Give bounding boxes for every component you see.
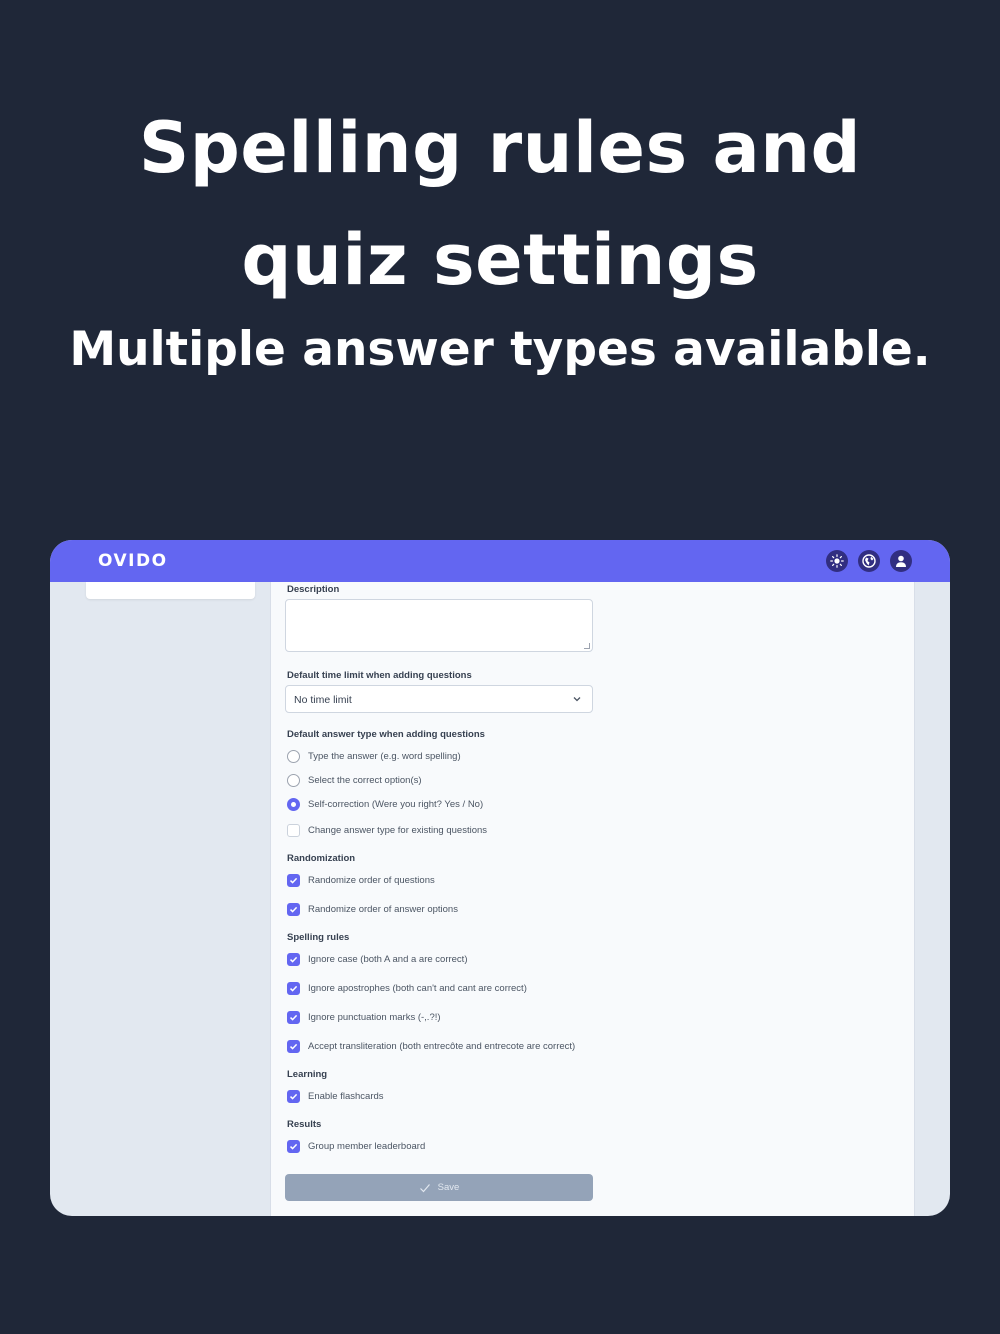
time-limit-label: Default time limit when adding questions	[287, 670, 472, 681]
user-icon[interactable]	[890, 550, 912, 572]
checkbox-label: Ignore punctuation marks (-,.?!)	[308, 1011, 441, 1023]
checkbox-label: Enable flashcards	[308, 1090, 384, 1102]
randomize-options-option[interactable]: Randomize order of answer options	[287, 902, 458, 916]
answer-type-option-select[interactable]: Select the correct option(s)	[287, 773, 422, 787]
change-existing-label: Change answer type for existing question…	[308, 824, 488, 836]
leaderboard-checkbox[interactable]	[287, 1139, 300, 1153]
settings-panel: Description Default time limit when addi…	[270, 582, 915, 1216]
save-button[interactable]: Save	[285, 1174, 593, 1201]
ignore-apostrophes-checkbox[interactable]	[287, 981, 300, 995]
checkmark-icon	[419, 1183, 430, 1192]
randomization-label: Randomization	[287, 853, 356, 864]
hero-title: Spelling rules and quiz settings	[138, 107, 862, 301]
sun-icon[interactable]	[826, 550, 848, 572]
checkbox-label: Accept transliteration (both entrecôte a…	[308, 1040, 576, 1052]
answer-type-option-self-correction[interactable]: Self-correction (Were you right? Yes / N…	[287, 797, 483, 811]
leaderboard-option[interactable]: Group member leaderboard	[287, 1139, 425, 1153]
answer-type-option-type[interactable]: Type the answer (e.g. word spelling)	[287, 749, 461, 763]
enable-flashcards-checkbox[interactable]	[287, 1089, 300, 1103]
randomize-options-checkbox[interactable]	[287, 902, 300, 916]
change-existing-option[interactable]: Change answer type for existing question…	[287, 823, 487, 837]
sidebar-card	[86, 582, 255, 599]
randomize-questions-checkbox[interactable]	[287, 873, 300, 887]
ignore-punctuation-option[interactable]: Ignore punctuation marks (-,.?!)	[287, 1010, 441, 1024]
save-button-label: Save	[437, 1182, 460, 1193]
accept-transliteration-option[interactable]: Accept transliteration (both entrecôte a…	[287, 1039, 575, 1053]
chevron-down-icon	[572, 694, 582, 707]
app-header: OVIDO	[50, 540, 950, 582]
hero: Spelling rules and quiz settings Multipl…	[0, 92, 1000, 380]
description-field[interactable]	[285, 599, 593, 652]
globe-icon[interactable]	[858, 550, 880, 572]
checkbox-label: Randomize order of answer options	[308, 903, 458, 915]
radio-self-correction[interactable]	[287, 797, 300, 811]
randomize-questions-option[interactable]: Randomize order of questions	[287, 873, 435, 887]
ignore-case-option[interactable]: Ignore case (both A and a are correct)	[287, 952, 467, 966]
spelling-rules-label: Spelling rules	[287, 932, 350, 943]
ignore-punctuation-checkbox[interactable]	[287, 1010, 300, 1024]
app-logo[interactable]: OVIDO	[98, 551, 168, 571]
time-limit-value: No time limit	[294, 694, 352, 706]
checkbox-label: Group member leaderboard	[308, 1140, 426, 1152]
description-label: Description	[287, 584, 340, 595]
answer-type-label: Default answer type when adding question…	[287, 729, 485, 740]
enable-flashcards-option[interactable]: Enable flashcards	[287, 1089, 384, 1103]
time-limit-select[interactable]: No time limit	[285, 685, 593, 713]
ignore-apostrophes-option[interactable]: Ignore apostrophes (both can't and cant …	[287, 981, 527, 995]
radio-type-answer[interactable]	[287, 749, 300, 763]
accept-transliteration-checkbox[interactable]	[287, 1039, 300, 1053]
checkbox-label: Randomize order of questions	[308, 874, 435, 886]
hero-subtitle: Multiple answer types available.	[69, 322, 931, 377]
answer-type-option-label: Self-correction (Were you right? Yes / N…	[308, 798, 484, 810]
checkbox-label: Ignore case (both A and a are correct)	[308, 953, 468, 965]
resize-handle-icon[interactable]	[584, 643, 590, 649]
answer-type-option-label: Select the correct option(s)	[308, 774, 422, 786]
radio-select-option[interactable]	[287, 773, 300, 787]
change-existing-checkbox[interactable]	[287, 823, 300, 837]
header-actions	[826, 550, 912, 572]
results-label: Results	[287, 1119, 322, 1130]
answer-type-option-label: Type the answer (e.g. word spelling)	[308, 750, 461, 762]
app-window: OVIDO Description Default time limit whe…	[50, 540, 950, 1216]
checkbox-label: Ignore apostrophes (both can't and cant …	[308, 982, 527, 994]
learning-label: Learning	[287, 1069, 328, 1080]
ignore-case-checkbox[interactable]	[287, 952, 300, 966]
